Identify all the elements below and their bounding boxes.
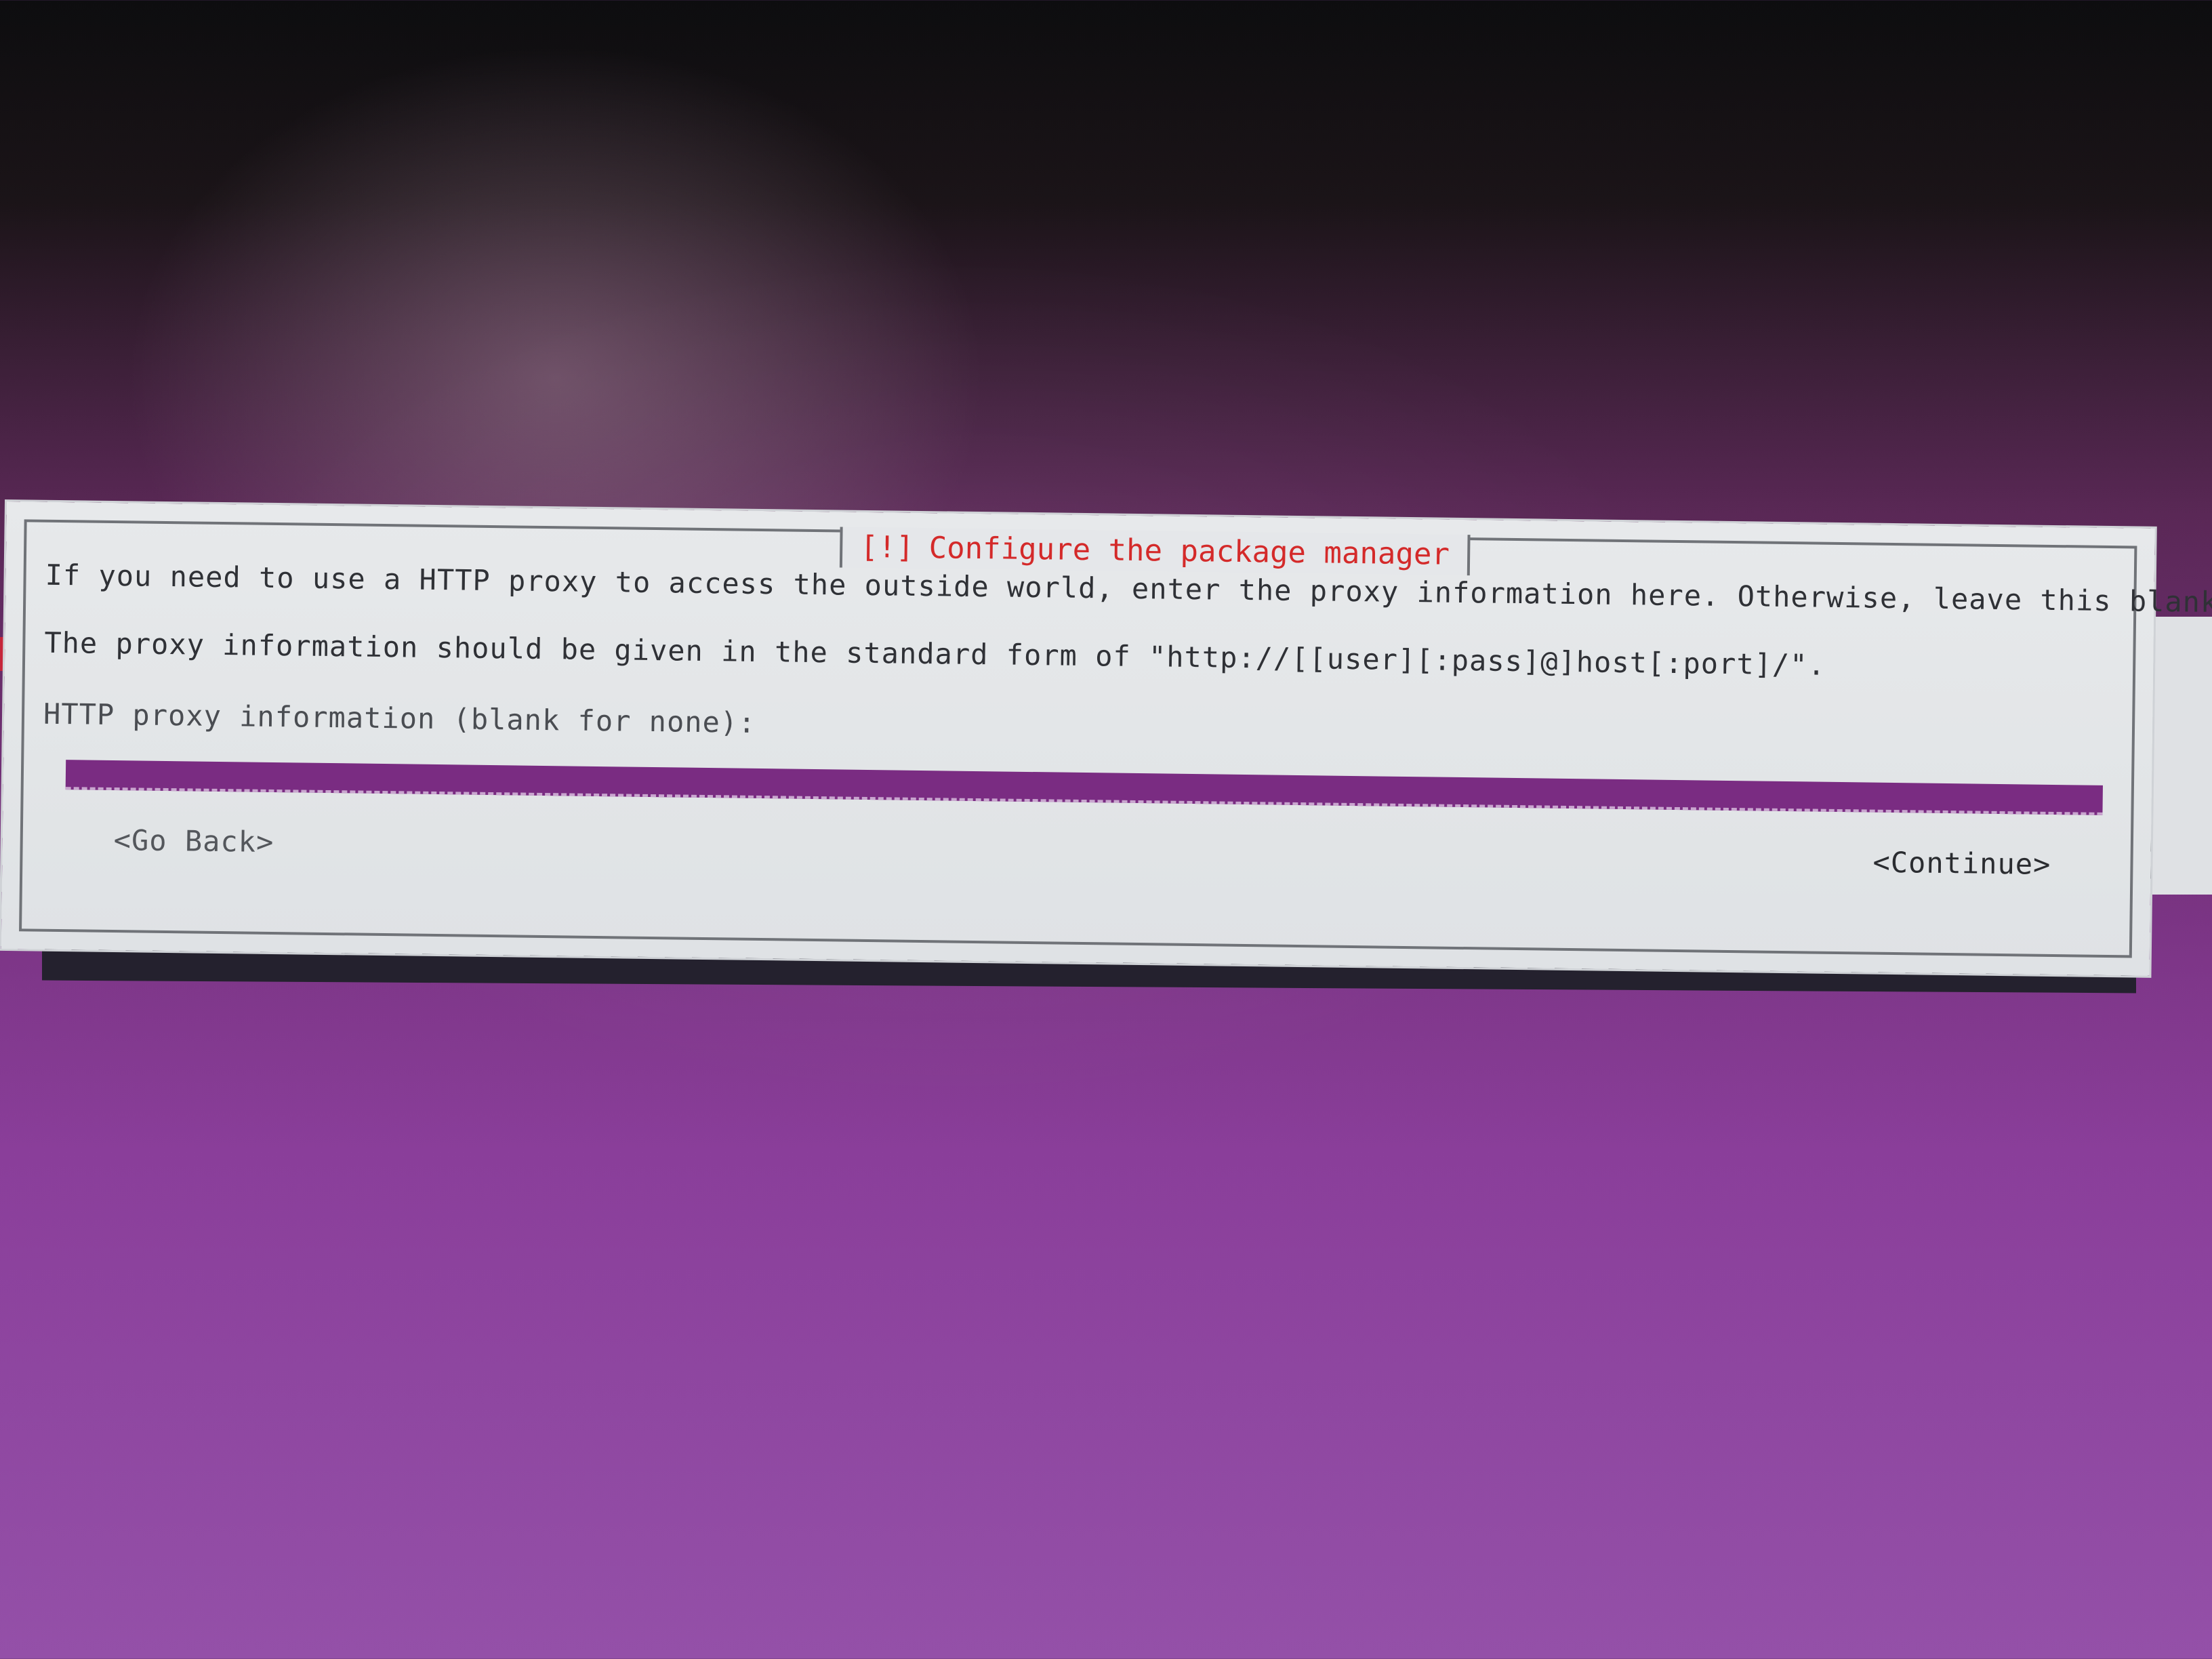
dialog-title: Configure the package manager bbox=[928, 531, 1450, 572]
background-window-edge bbox=[2148, 617, 2212, 895]
go-back-button[interactable]: <Go Back> bbox=[113, 821, 274, 861]
continue-button[interactable]: <Continue> bbox=[1872, 844, 2051, 884]
configure-package-manager-dialog: [!] Configure the package manager If you … bbox=[1, 501, 2212, 976]
installer-screen: [!] Configure the package manager If you … bbox=[0, 0, 2212, 1659]
warning-marker: [!] bbox=[859, 529, 915, 565]
